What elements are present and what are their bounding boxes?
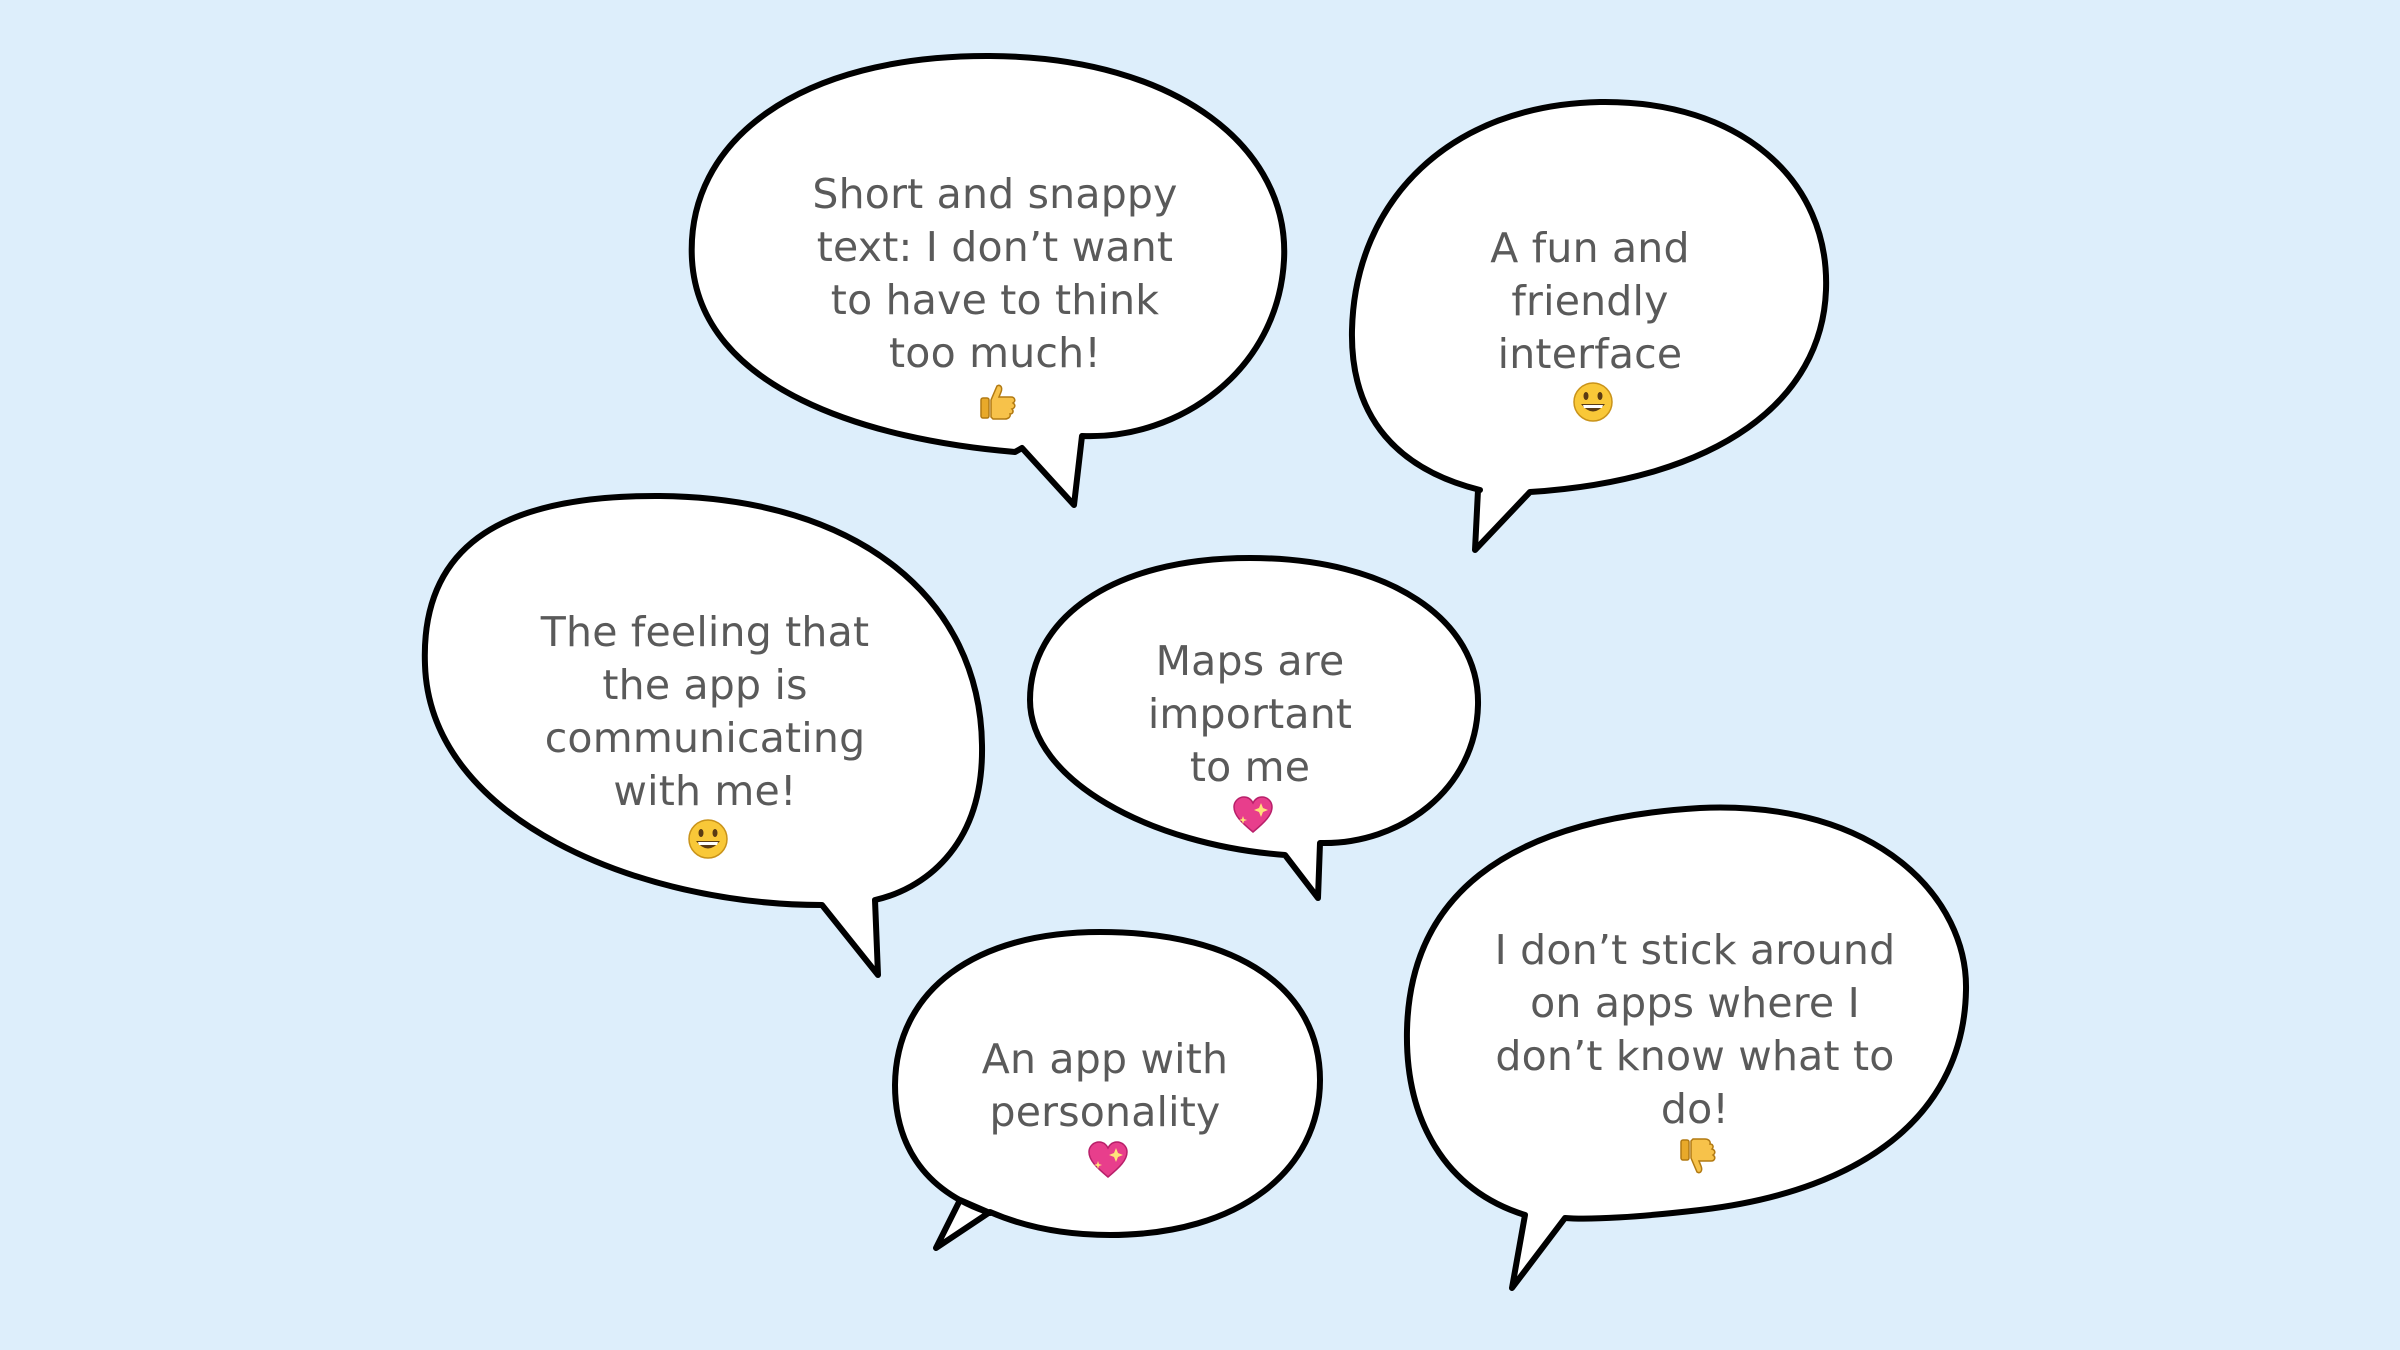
sparkling-heart-icon [936,1139,1280,1194]
bubble-2-text: A fun and friendly interface [1400,222,1780,436]
bubble-4-line-1: Maps are [1155,637,1345,685]
bubble-4-line-2: important [1147,690,1353,738]
bubble-6-line-1: I don’t stick around [1494,926,1896,974]
bubble-3-line-1: The feeling that [540,608,870,656]
bubble-3-text: The feeling that the app is communicatin… [480,606,930,873]
bubble-5-text: An app with personality [930,1033,1280,1194]
bubble-6-line-4: do! [1660,1085,1730,1133]
bubble-2-line-2: friendly [1511,277,1669,325]
grinning-face-icon [486,818,930,873]
grinning-face-icon [1406,381,1780,436]
bubble-4-line-3: to me [1189,743,1311,791]
bubble-1-line-4: too much! [889,329,1101,377]
bubble-5-line-1: An app with [981,1035,1229,1083]
bubble-1-line-2: text: I don’t want [816,223,1174,271]
bubble-2-line-1: A fun and [1490,224,1690,272]
bubble-6-text: I don’t stick around on apps where I don… [1455,924,1935,1191]
bubble-3-line-4: with me! [613,767,797,815]
thumbs-down-icon [1461,1136,1935,1191]
bubble-3-line-2: the app is [602,661,808,709]
bubble-5-line-2: personality [989,1088,1221,1136]
thumbs-up-icon [766,380,1230,435]
bubble-1-line-3: to have to think [830,276,1160,324]
bubble-4-text: Maps are important to me [1080,635,1420,849]
bubble-1-text: Short and snappy text: I don’t want to h… [760,168,1230,435]
bubble-1-line-1: Short and snappy [812,170,1178,218]
bubble-6-line-2: on apps where I [1530,979,1860,1027]
bubble-2-line-3: interface [1497,330,1683,378]
bubble-3-line-3: communicating [544,714,866,762]
sparkling-heart-icon [1086,794,1420,849]
bubble-6-line-3: don’t know what to [1495,1032,1895,1080]
